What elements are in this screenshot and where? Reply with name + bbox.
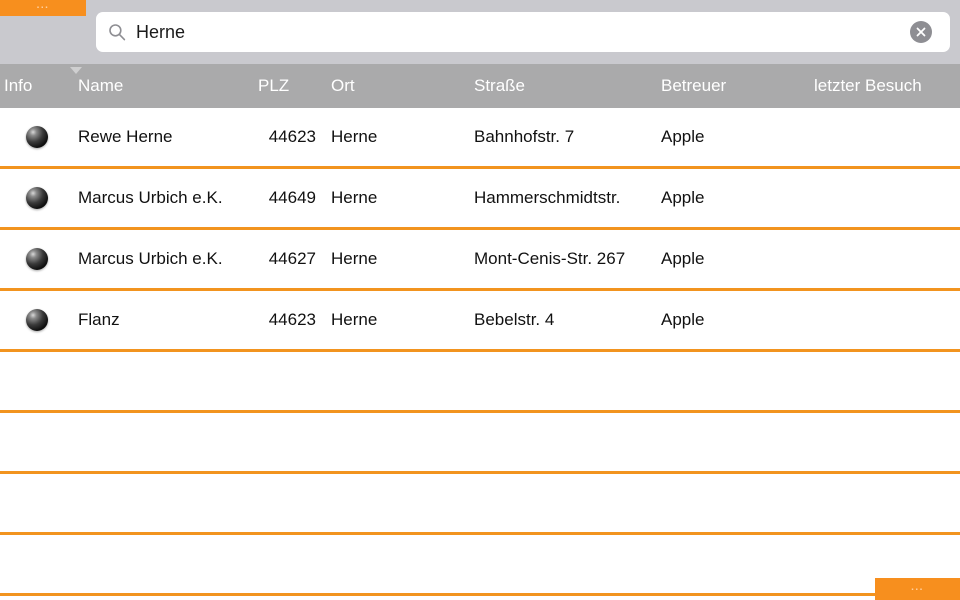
cell-name: Marcus Urbich e.K.	[78, 188, 223, 207]
cell-ort: Herne	[331, 188, 378, 207]
sphere-icon[interactable]	[26, 126, 48, 148]
cell-ort: Herne	[331, 127, 378, 146]
bottom-tab-handle[interactable]: ...	[875, 578, 960, 600]
column-header-plz[interactable]: PLZ	[258, 64, 289, 108]
table-body: Rewe Herne 44623 Herne Bahnhofstr. 7 App…	[0, 108, 960, 600]
column-header-letzter-besuch[interactable]: letzter Besuch	[814, 64, 922, 108]
cell-name: Rewe Herne	[78, 127, 173, 146]
cell-betreuer: Apple	[661, 249, 705, 268]
cell-plz: 44623	[268, 127, 316, 146]
cell-ort: Herne	[331, 249, 378, 268]
sphere-icon[interactable]	[26, 309, 48, 331]
cell-betreuer: Apple	[661, 127, 705, 146]
top-toolbar: ... Herne	[0, 0, 960, 64]
top-tab-handle[interactable]: ...	[0, 0, 86, 16]
column-header-ort[interactable]: Ort	[331, 64, 355, 108]
cell-name: Marcus Urbich e.K.	[78, 249, 223, 268]
ellipsis-icon: ...	[911, 582, 924, 593]
search-icon	[108, 23, 126, 41]
ellipsis-icon: ...	[36, 0, 50, 11]
close-icon	[916, 27, 926, 37]
table-row-empty[interactable]	[0, 535, 960, 596]
table-row[interactable]: Flanz 44623 Herne Bebelstr. 4 Apple	[0, 291, 960, 352]
table-row[interactable]: Marcus Urbich e.K. 44627 Herne Mont-Ceni…	[0, 230, 960, 291]
cell-strasse: Bahnhofstr. 7	[474, 127, 575, 146]
cell-strasse: Hammerschmidtstr.	[474, 188, 621, 207]
cell-strasse: Mont-Cenis-Str. 267	[474, 249, 626, 268]
app-window: ... Herne Info Name PLZ Ort Straße Betre…	[0, 0, 960, 600]
cell-betreuer: Apple	[661, 188, 705, 207]
column-header-info[interactable]: Info	[4, 64, 32, 108]
table-row-empty[interactable]	[0, 352, 960, 413]
cell-name: Flanz	[78, 310, 120, 329]
cell-plz: 44649	[268, 188, 316, 207]
sphere-icon[interactable]	[26, 248, 48, 270]
cell-ort: Herne	[331, 310, 378, 329]
table-row[interactable]: Marcus Urbich e.K. 44649 Herne Hammersch…	[0, 169, 960, 230]
search-field[interactable]: Herne	[96, 12, 950, 52]
cell-plz: 44623	[268, 310, 316, 329]
table-row-empty[interactable]	[0, 413, 960, 474]
table-row-empty[interactable]	[0, 474, 960, 535]
search-input[interactable]: Herne	[136, 22, 910, 43]
column-header-betreuer[interactable]: Betreuer	[661, 64, 726, 108]
column-header-name[interactable]: Name	[78, 64, 123, 108]
cell-plz: 44627	[268, 249, 316, 268]
clear-search-button[interactable]	[910, 21, 932, 43]
sphere-icon[interactable]	[26, 187, 48, 209]
cell-strasse: Bebelstr. 4	[474, 310, 555, 329]
table-header-row: Info Name PLZ Ort Straße Betreuer letzte…	[0, 64, 960, 108]
table-row[interactable]: Rewe Herne 44623 Herne Bahnhofstr. 7 App…	[0, 108, 960, 169]
cell-betreuer: Apple	[661, 310, 705, 329]
column-header-strasse[interactable]: Straße	[474, 64, 525, 108]
